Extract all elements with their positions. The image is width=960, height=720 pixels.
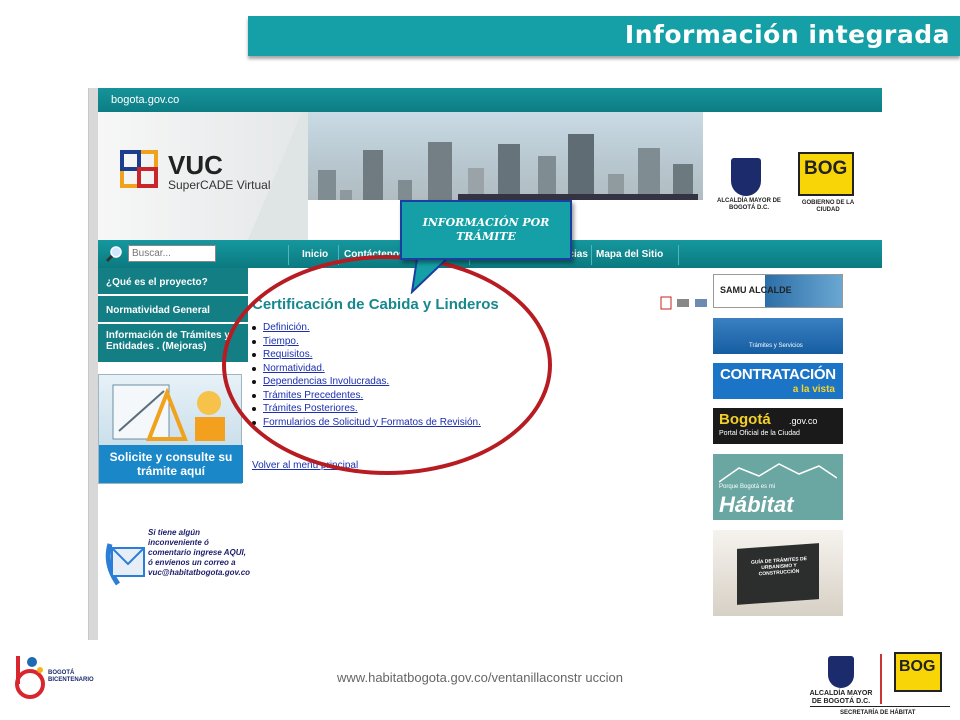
- footer-secretaria-label: SECRETARÍA DE HÁBITAT: [840, 710, 916, 716]
- banner-guia-tramites[interactable]: GUÍA DE TRÁMITES DE URBANISMO Y CONSTRUC…: [713, 530, 843, 616]
- browser-edge: [89, 88, 98, 640]
- banner-bogota-portal[interactable]: Bogotá .gov.co Portal Oficial de la Ciud…: [713, 408, 843, 444]
- footer-bog-logo: BOG: [894, 652, 942, 692]
- slide: Información integrada bogota.gov.co VUC …: [0, 0, 960, 720]
- banner-tramites-label: Trámites y Servicios: [749, 343, 803, 349]
- nav-separator: [288, 245, 289, 265]
- contact-text[interactable]: Si tiene algún inconveniente ó comentari…: [148, 528, 250, 578]
- highlight-ellipse: [222, 255, 552, 475]
- sidebar-item-proyecto[interactable]: ¿Qué es el proyecto?: [98, 268, 248, 296]
- bicentenario-logo: BOGOTÁ BICENTENARIO: [10, 648, 94, 704]
- bogota-shield-icon: [828, 656, 854, 688]
- header-institution-logos: ALCALDÍA MAYOR DE BOGOTÁ D.C. BOG GOBIER…: [703, 112, 882, 240]
- banner-contratacion-label: CONTRATACIÓN: [720, 366, 836, 383]
- bog-logo-subtitle: GOBIERNO DE LA CIUDAD: [801, 200, 855, 213]
- banner-bogota-label: Bogotá: [719, 411, 771, 428]
- site-topbar: bogota.gov.co: [98, 88, 882, 112]
- banner-tramites-servicios[interactable]: Trámites y Servicios: [713, 318, 843, 354]
- banner-samu-label: SAMU ALCALDE: [720, 285, 792, 295]
- search-input[interactable]: [128, 245, 216, 262]
- bog-logo: BOG: [798, 152, 854, 196]
- banner-habitat-label: Hábitat: [719, 492, 794, 517]
- banner-bogota-domain: .gov.co: [789, 416, 818, 426]
- vuc-logo-icon: [120, 150, 158, 188]
- banner-contratacion-sub: a la vista: [792, 384, 835, 395]
- solicite-banner[interactable]: Solicite y consulte su trámite aquí: [98, 374, 243, 484]
- sidebar-item-normatividad[interactable]: Normatividad General: [98, 296, 248, 324]
- search-icon[interactable]: [106, 245, 124, 263]
- banner-bogota-sub: Portal Oficial de la Ciudad: [719, 430, 800, 437]
- nav-separator: [678, 245, 679, 265]
- alcaldia-label: ALCALDÍA MAYOR DE BOGOTÁ D.C.: [717, 198, 781, 211]
- vuc-logo-title[interactable]: VUC: [168, 150, 223, 181]
- contact-box[interactable]: Si tiene algún inconveniente ó comentari…: [98, 518, 250, 608]
- bog-logo-text: BOG: [804, 158, 848, 179]
- nav-inicio[interactable]: Inicio: [302, 249, 328, 260]
- bogota-shield-icon: [731, 158, 761, 196]
- page-tools: [660, 296, 707, 310]
- banner-samu[interactable]: SAMU ALCALDE: [713, 274, 843, 308]
- footer-alcaldia-label: ALCALDÍA MAYOR DE BOGOTÁ D.C.: [809, 690, 873, 705]
- footer-institution-logos: ALCALDÍA MAYOR DE BOGOTÁ D.C. BOG SECRET…: [800, 648, 960, 720]
- footer-rule: [810, 706, 950, 707]
- slide-title: Información integrada: [624, 20, 950, 49]
- print-icon: [677, 299, 689, 307]
- topbar-domain[interactable]: bogota.gov.co: [111, 94, 179, 106]
- mail-envelope-icon: [105, 543, 145, 586]
- nav-mapa-del-sitio[interactable]: Mapa del Sitio: [596, 249, 663, 260]
- footer-divider: [880, 654, 882, 704]
- guide-book-image: GUÍA DE TRÁMITES DE URBANISMO Y CONSTRUC…: [737, 543, 819, 605]
- slide-title-bar: Información integrada: [248, 16, 960, 56]
- bicentenario-icon: [15, 656, 45, 699]
- vuc-logo-subtitle: SuperCADE Virtual: [168, 178, 271, 192]
- guide-book-title: GUÍA DE TRÁMITES DE URBANISMO Y CONSTRUC…: [751, 555, 807, 578]
- construction-worker-icon: [112, 384, 225, 441]
- banner-habitat-sub: Porque Bogotá es mi: [719, 484, 776, 490]
- footer-url[interactable]: www.habitatbogota.gov.co/ventanillaconst…: [330, 668, 630, 688]
- banner-habitat[interactable]: Porque Bogotá es mi Hábitat: [713, 454, 843, 520]
- bicentenario-label: BOGOTÁ BICENTENARIO: [48, 670, 94, 683]
- callout-text: INFORMACIÓN POR TRÁMITE: [422, 216, 550, 243]
- callout-box: INFORMACIÓN POR TRÁMITE: [400, 200, 572, 260]
- solicite-label: Solicite y consulte su trámite aquí: [99, 445, 243, 483]
- footer-bog-text: BOG: [899, 658, 936, 675]
- nav-separator: [591, 245, 592, 265]
- skyline-outline-icon: [719, 463, 837, 483]
- banner-contratacion[interactable]: CONTRATACIÓN a la vista: [713, 363, 843, 399]
